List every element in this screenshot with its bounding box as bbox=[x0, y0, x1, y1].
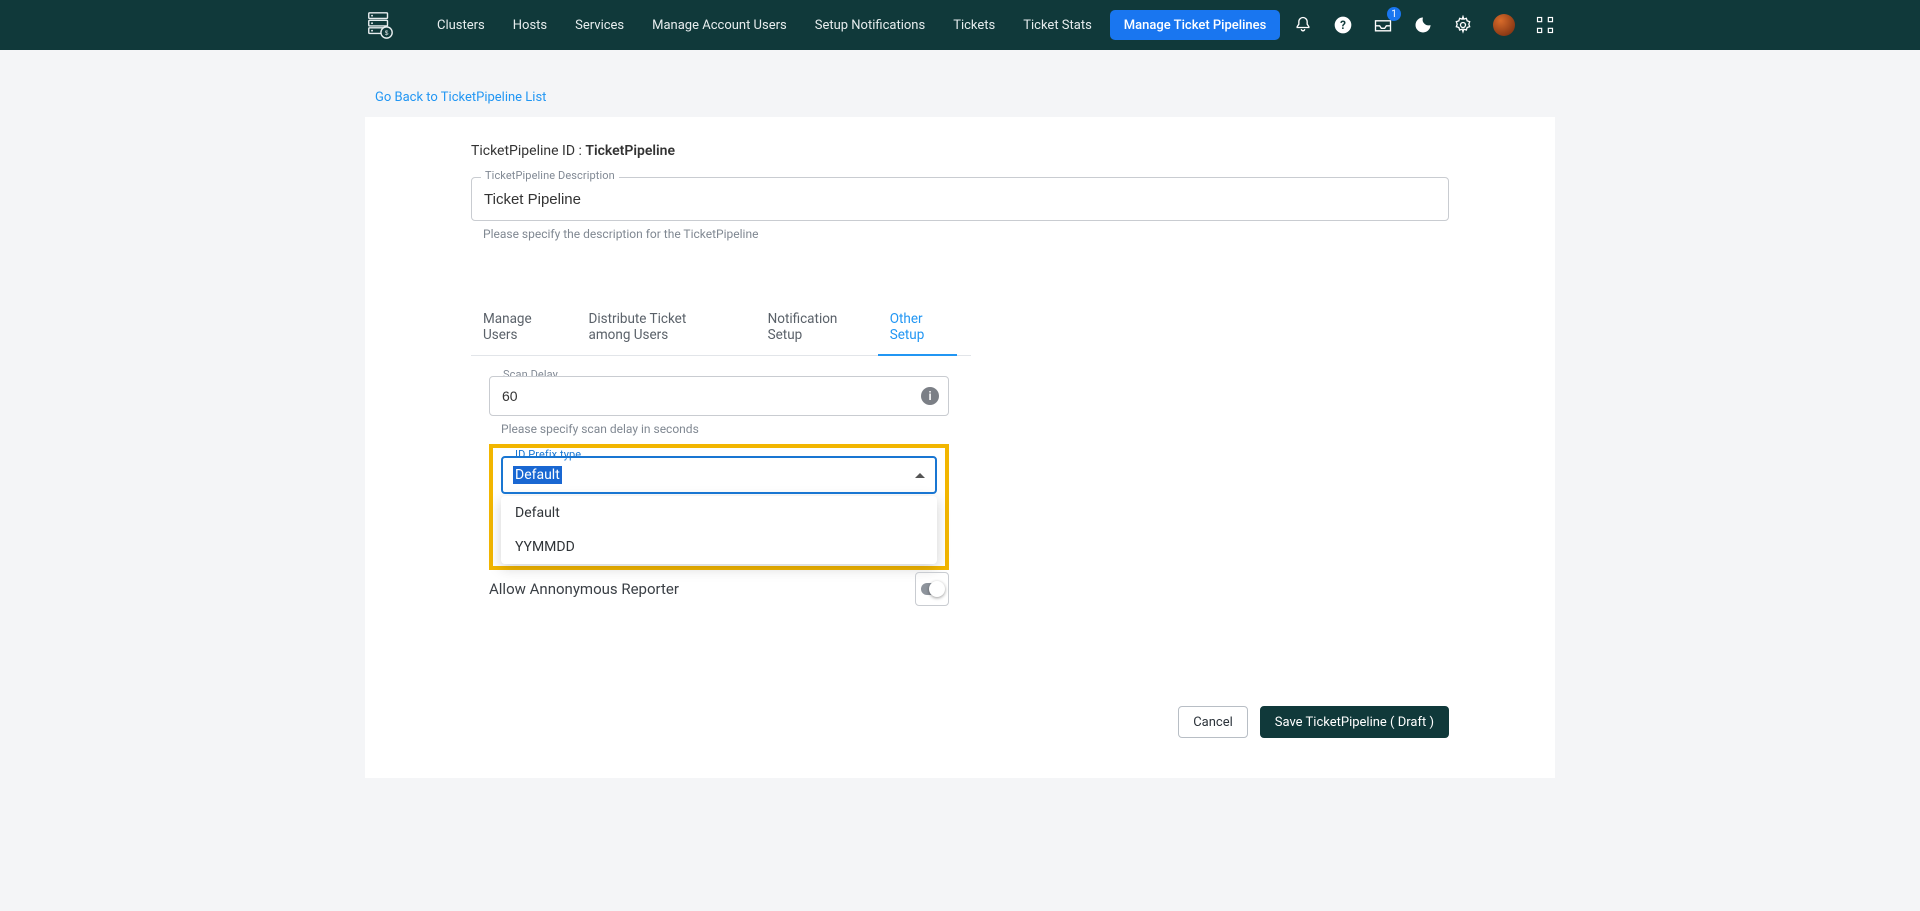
pipeline-id: TicketPipeline ID : TicketPipeline bbox=[471, 143, 1449, 159]
help-icon[interactable]: ? bbox=[1333, 15, 1353, 35]
idprefix-dropdown: Default YYMMDD bbox=[501, 496, 937, 564]
description-input[interactable] bbox=[471, 177, 1449, 221]
tab-distribute[interactable]: Distribute Ticket among Users bbox=[576, 301, 741, 355]
nav-item-clusters[interactable]: Clusters bbox=[423, 0, 499, 50]
footer-actions: Cancel Save TicketPipeline ( Draft ) bbox=[471, 706, 1449, 738]
other-setup-form: Scan Delay i Please specify scan delay i… bbox=[489, 376, 949, 570]
idprefix-selected: Default bbox=[513, 466, 562, 484]
tabs: Manage Users Distribute Ticket among Use… bbox=[471, 301, 971, 356]
idprefix-highlight: ID Prefix type Default Default YYMMDD bbox=[489, 444, 949, 570]
avatar[interactable] bbox=[1493, 14, 1515, 36]
inbox-icon[interactable]: 1 bbox=[1373, 15, 1393, 35]
idprefix-option-default[interactable]: Default bbox=[501, 496, 937, 530]
bell-icon[interactable] bbox=[1293, 15, 1313, 35]
page: Go Back to TicketPipeline List TicketPip… bbox=[365, 50, 1555, 818]
description-label: TicketPipeline Description bbox=[481, 169, 619, 182]
description-field-wrap: TicketPipeline Description bbox=[471, 177, 1449, 221]
tab-notification-setup[interactable]: Notification Setup bbox=[756, 301, 864, 355]
info-icon[interactable]: i bbox=[921, 387, 939, 405]
save-button[interactable]: Save TicketPipeline ( Draft ) bbox=[1260, 706, 1449, 738]
nav-item-manage-ticket-pipelines[interactable]: Manage Ticket Pipelines bbox=[1110, 10, 1280, 40]
description-helper: Please specify the description for the T… bbox=[483, 227, 1449, 241]
inbox-badge: 1 bbox=[1387, 7, 1401, 21]
anon-label: Allow Annonymous Reporter bbox=[489, 580, 679, 598]
nav-item-ticket-stats[interactable]: Ticket Stats bbox=[1009, 0, 1106, 50]
anon-toggle[interactable] bbox=[915, 572, 949, 606]
idprefix-select[interactable]: Default bbox=[501, 456, 937, 494]
scan-delay-wrap: Scan Delay i bbox=[489, 376, 949, 416]
toggle-track bbox=[921, 583, 943, 595]
topbar-right: ? 1 bbox=[1293, 14, 1555, 36]
scan-delay-input[interactable] bbox=[489, 376, 949, 416]
apps-icon[interactable] bbox=[1535, 15, 1555, 35]
tab-manage-users[interactable]: Manage Users bbox=[471, 301, 562, 355]
svg-text:?: ? bbox=[1340, 18, 1346, 32]
nav-item-services[interactable]: Services bbox=[561, 0, 638, 50]
tab-other-setup[interactable]: Other Setup bbox=[878, 301, 957, 355]
brand-logo[interactable]: $ bbox=[365, 10, 395, 40]
theme-icon[interactable] bbox=[1413, 15, 1433, 35]
back-link[interactable]: Go Back to TicketPipeline List bbox=[365, 80, 556, 117]
anon-row: Allow Annonymous Reporter bbox=[489, 572, 949, 606]
idprefix-wrap: ID Prefix type Default bbox=[501, 456, 937, 494]
nav-item-setup-notifications[interactable]: Setup Notifications bbox=[801, 0, 939, 50]
nav-items: Clusters Hosts Services Manage Account U… bbox=[423, 0, 1280, 50]
caret-up-icon bbox=[915, 473, 925, 478]
pipeline-id-value: TicketPipeline bbox=[585, 143, 675, 159]
top-nav: $ Clusters Hosts Services Manage Account… bbox=[0, 0, 1920, 50]
scan-delay-helper: Please specify scan delay in seconds bbox=[501, 422, 949, 436]
idprefix-option-yymmdd[interactable]: YYMMDD bbox=[501, 530, 937, 564]
nav-item-manage-account-users[interactable]: Manage Account Users bbox=[638, 0, 801, 50]
server-lock-icon: $ bbox=[365, 10, 395, 40]
nav-item-hosts[interactable]: Hosts bbox=[499, 0, 561, 50]
cancel-button[interactable]: Cancel bbox=[1178, 706, 1248, 738]
pipeline-id-label: TicketPipeline ID : bbox=[471, 143, 585, 159]
settings-icon[interactable] bbox=[1453, 15, 1473, 35]
pipeline-card: TicketPipeline ID : TicketPipeline Ticke… bbox=[365, 117, 1555, 778]
nav-item-tickets[interactable]: Tickets bbox=[939, 0, 1009, 50]
toggle-thumb bbox=[929, 581, 945, 597]
svg-text:$: $ bbox=[385, 30, 389, 37]
